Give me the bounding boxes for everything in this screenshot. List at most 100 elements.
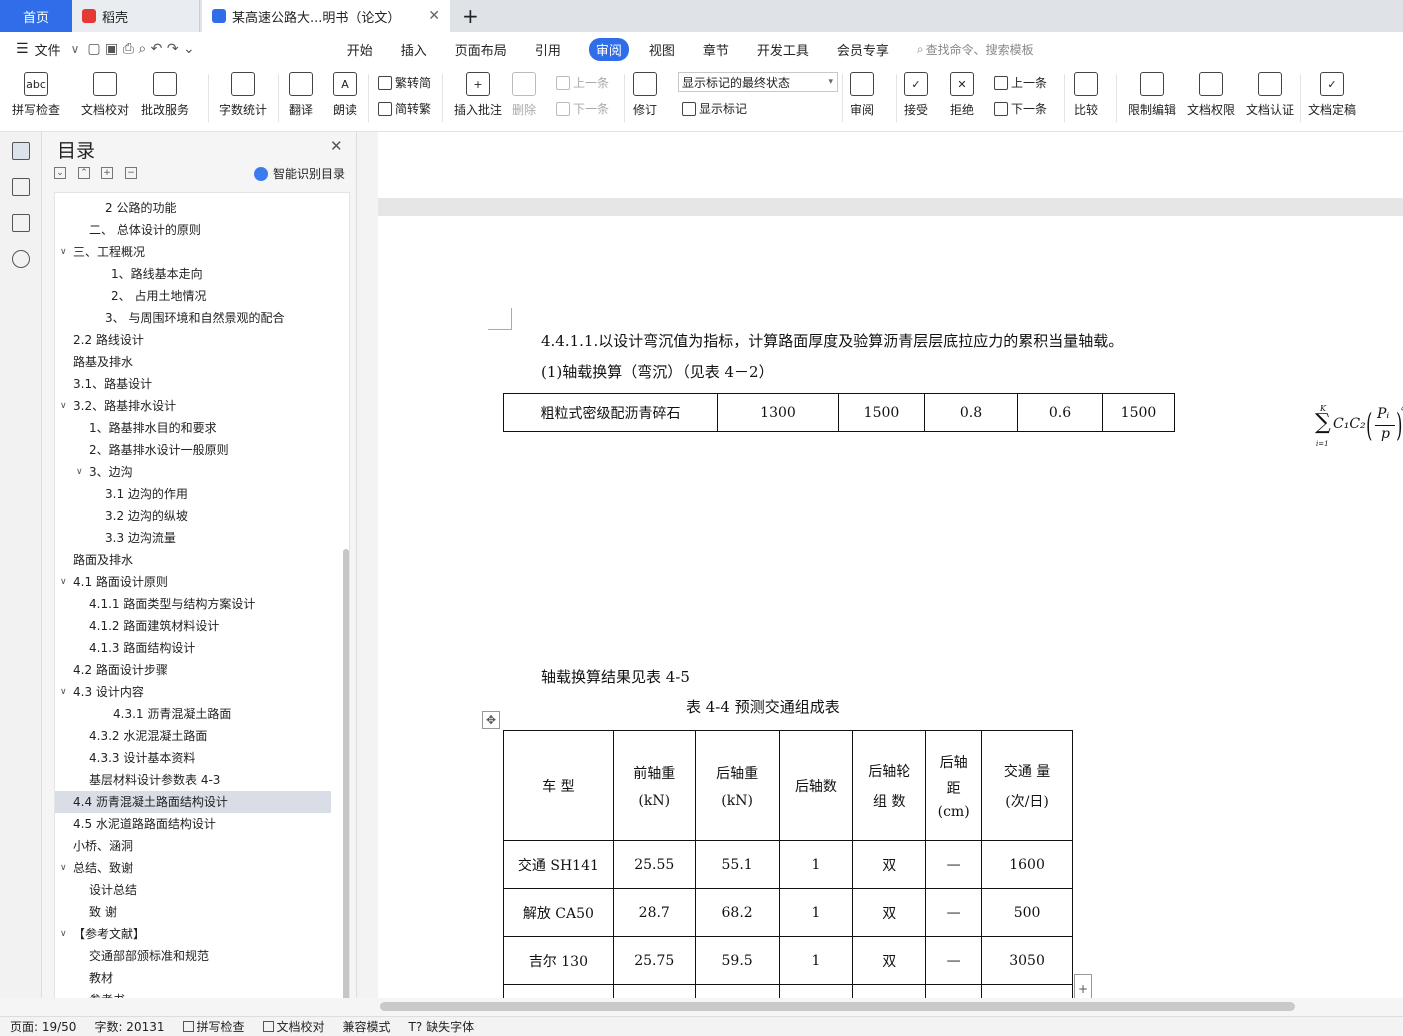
- translate-button[interactable]: 翻译: [289, 72, 313, 118]
- compare-button[interactable]: 比较: [1074, 72, 1098, 118]
- toc-item[interactable]: ∨ 4.3 设计内容: [55, 681, 331, 703]
- toc-item[interactable]: 4.3.3 设计基本资料: [55, 747, 331, 769]
- search-icon[interactable]: [12, 250, 30, 268]
- bookmark-icon[interactable]: [12, 214, 30, 232]
- toc-item[interactable]: 设计总结: [55, 879, 331, 901]
- word-count[interactable]: 字数: 20131: [94, 1018, 164, 1035]
- toc-item[interactable]: 4.3.1 沥青混凝土路面: [55, 703, 331, 725]
- markup-state-select[interactable]: 显示标记的最终状态 ▾: [678, 72, 838, 92]
- chevron-down-icon[interactable]: ∨: [71, 42, 80, 56]
- show-markup-button[interactable]: 显示标记: [682, 100, 747, 117]
- chevron-down-icon[interactable]: ∨: [60, 571, 67, 593]
- scroll-thumb[interactable]: [380, 1002, 1295, 1011]
- toc-item[interactable]: 二、 总体设计的原则: [55, 219, 331, 241]
- toc-icon[interactable]: [12, 142, 30, 160]
- outline-icon[interactable]: [12, 178, 30, 196]
- menu-item[interactable]: 页面布局: [455, 40, 507, 59]
- toc-item[interactable]: 交通部部颁标准和规范: [55, 945, 331, 967]
- spell-check-button[interactable]: abc 拼写检查: [12, 72, 60, 118]
- toc-item[interactable]: 1、路基排水目的和要求: [55, 417, 331, 439]
- chevron-down-icon[interactable]: ∨: [60, 857, 67, 879]
- tab-document[interactable]: 某高速公路大...明书（论文） ✕: [202, 0, 450, 32]
- simp-to-trad-button[interactable]: 简转繁: [378, 100, 431, 117]
- file-menu[interactable]: 文件: [35, 40, 61, 59]
- smart-toc-button[interactable]: 智能识别目录: [254, 165, 345, 182]
- insert-comment-button[interactable]: + 插入批注: [454, 72, 502, 118]
- table-move-handle[interactable]: ✥: [482, 711, 500, 729]
- word-count-button[interactable]: 字数统计: [219, 72, 267, 118]
- toc-item[interactable]: 3、 与周围环境和自然景观的配合: [55, 307, 331, 329]
- batch-service-button[interactable]: 批改服务: [141, 72, 189, 118]
- formula-image[interactable]: K ∑ i=1 C₁C₂ ( Pᵢ p ) 4: [1315, 404, 1403, 454]
- close-icon[interactable]: ✕: [330, 137, 343, 155]
- toc-item[interactable]: 4.1.3 路面结构设计: [55, 637, 331, 659]
- paragraph[interactable]: 4.4.1.1.以设计弯沉值为指标，计算路面厚度及验算沥青层层底拉应力的累积当量…: [541, 330, 1123, 351]
- toc-item[interactable]: ∨ 【参考文献】: [55, 923, 331, 945]
- traffic-table[interactable]: 车 型 前轴重 (kN) 后轴重 (kN) 后轴数 后轴轮组 数 后轴距 (cm) 交…: [503, 730, 1073, 998]
- toc-item[interactable]: 4.3.2 水泥混凝土路面: [55, 725, 331, 747]
- toc-scrollbar[interactable]: [343, 549, 349, 1006]
- axle-table-row[interactable]: 粗粒式密级配沥青碎石 1300 1500 0.8 0.6 1500: [503, 393, 1175, 432]
- track-changes-button[interactable]: 修订: [633, 72, 657, 118]
- toc-item[interactable]: 3.2 边沟的纵坡: [55, 505, 331, 527]
- page-indicator[interactable]: 页面: 19/50: [10, 1018, 76, 1035]
- toc-item[interactable]: 2、 占用土地情况: [55, 285, 331, 307]
- doc-rights-button[interactable]: 文档权限: [1187, 72, 1235, 118]
- reject-button[interactable]: ✕ 拒绝: [950, 72, 974, 118]
- toc-item[interactable]: ∨ 3、边沟: [55, 461, 331, 483]
- paragraph[interactable]: 轴载换算结果见表 4-5: [541, 666, 690, 687]
- toc-item[interactable]: 3.3 边沟流量: [55, 527, 331, 549]
- toc-item[interactable]: 教材: [55, 967, 331, 989]
- command-search[interactable]: 查找命令、搜索模板: [926, 41, 1034, 58]
- toc-item[interactable]: 2 公路的功能: [55, 197, 331, 219]
- next-change-button[interactable]: 下一条: [994, 100, 1047, 117]
- review-pane-button[interactable]: 审阅: [850, 72, 874, 118]
- menu-item[interactable]: 会员专享: [837, 40, 889, 59]
- trad-to-simp-button[interactable]: 繁转简: [378, 74, 431, 91]
- toc-item[interactable]: ∨ 总结、致谢: [55, 857, 331, 879]
- toc-item[interactable]: ∨ 4.1 路面设计原则: [55, 571, 331, 593]
- toc-item[interactable]: 3.1、路基设计: [55, 373, 331, 395]
- toc-item[interactable]: 4.2 路面设计步骤: [55, 659, 331, 681]
- quick-access-icons[interactable]: ▢ ▣ ⎙ ⌕ ↶ ↷ ⌄: [87, 41, 194, 57]
- toc-item[interactable]: 致 谢: [55, 901, 331, 923]
- collapse-all-icon[interactable]: ⌄: [54, 167, 66, 179]
- missing-fonts[interactable]: T? 缺失字体: [409, 1018, 475, 1035]
- doc-certify-button[interactable]: 文档认证: [1246, 72, 1294, 118]
- toc-item[interactable]: 4.5 水泥道路路面结构设计: [55, 813, 331, 835]
- next-comment-button[interactable]: 下一条: [556, 100, 609, 117]
- toc-item[interactable]: 基层材料设计参数表 4-3: [55, 769, 331, 791]
- tab-home[interactable]: 首页: [0, 0, 72, 32]
- menu-item[interactable]: 章节: [703, 40, 729, 59]
- new-tab-button[interactable]: +: [462, 0, 482, 32]
- chevron-down-icon[interactable]: ∨: [60, 923, 67, 945]
- prev-comment-button[interactable]: 上一条: [556, 74, 609, 91]
- tab-daoke[interactable]: 稻壳: [72, 0, 200, 32]
- proofread-status[interactable]: 文档校对: [262, 1018, 325, 1035]
- spell-check-status[interactable]: 拼写检查: [182, 1018, 245, 1035]
- menu-item[interactable]: 开始: [347, 40, 373, 59]
- prev-change-button[interactable]: 上一条: [994, 74, 1047, 91]
- toc-item[interactable]: 4.1.2 路面建筑材料设计: [55, 615, 331, 637]
- toc-item[interactable]: 2.2 路线设计: [55, 329, 331, 351]
- accept-button[interactable]: ✓ 接受: [904, 72, 928, 118]
- read-aloud-button[interactable]: A 朗读: [333, 72, 357, 118]
- menu-icon[interactable]: ☰: [16, 41, 29, 57]
- chevron-down-icon[interactable]: ∨: [60, 395, 67, 417]
- toc-item[interactable]: 1、路线基本走向: [55, 263, 331, 285]
- toc-item[interactable]: 4.1.1 路面类型与结构方案设计: [55, 593, 331, 615]
- chevron-down-icon[interactable]: ∨: [76, 461, 83, 483]
- toc-item[interactable]: 4.4 沥青混凝土路面结构设计: [55, 791, 331, 813]
- toc-item[interactable]: 2、路基排水设计一般原则: [55, 439, 331, 461]
- toc-item[interactable]: 路面及排水: [55, 549, 331, 571]
- proofread-button[interactable]: 文档校对: [81, 72, 129, 118]
- menu-item[interactable]: 开发工具: [757, 40, 809, 59]
- toc-item[interactable]: 路基及排水: [55, 351, 331, 373]
- chevron-down-icon[interactable]: ∨: [60, 241, 67, 263]
- add-row-button[interactable]: +: [1074, 974, 1092, 998]
- menu-item[interactable]: 视图: [649, 40, 675, 59]
- add-entry-icon[interactable]: +: [101, 167, 113, 179]
- chevron-down-icon[interactable]: ∨: [60, 681, 67, 703]
- close-icon[interactable]: ✕: [428, 8, 440, 24]
- toc-item[interactable]: 3.1 边沟的作用: [55, 483, 331, 505]
